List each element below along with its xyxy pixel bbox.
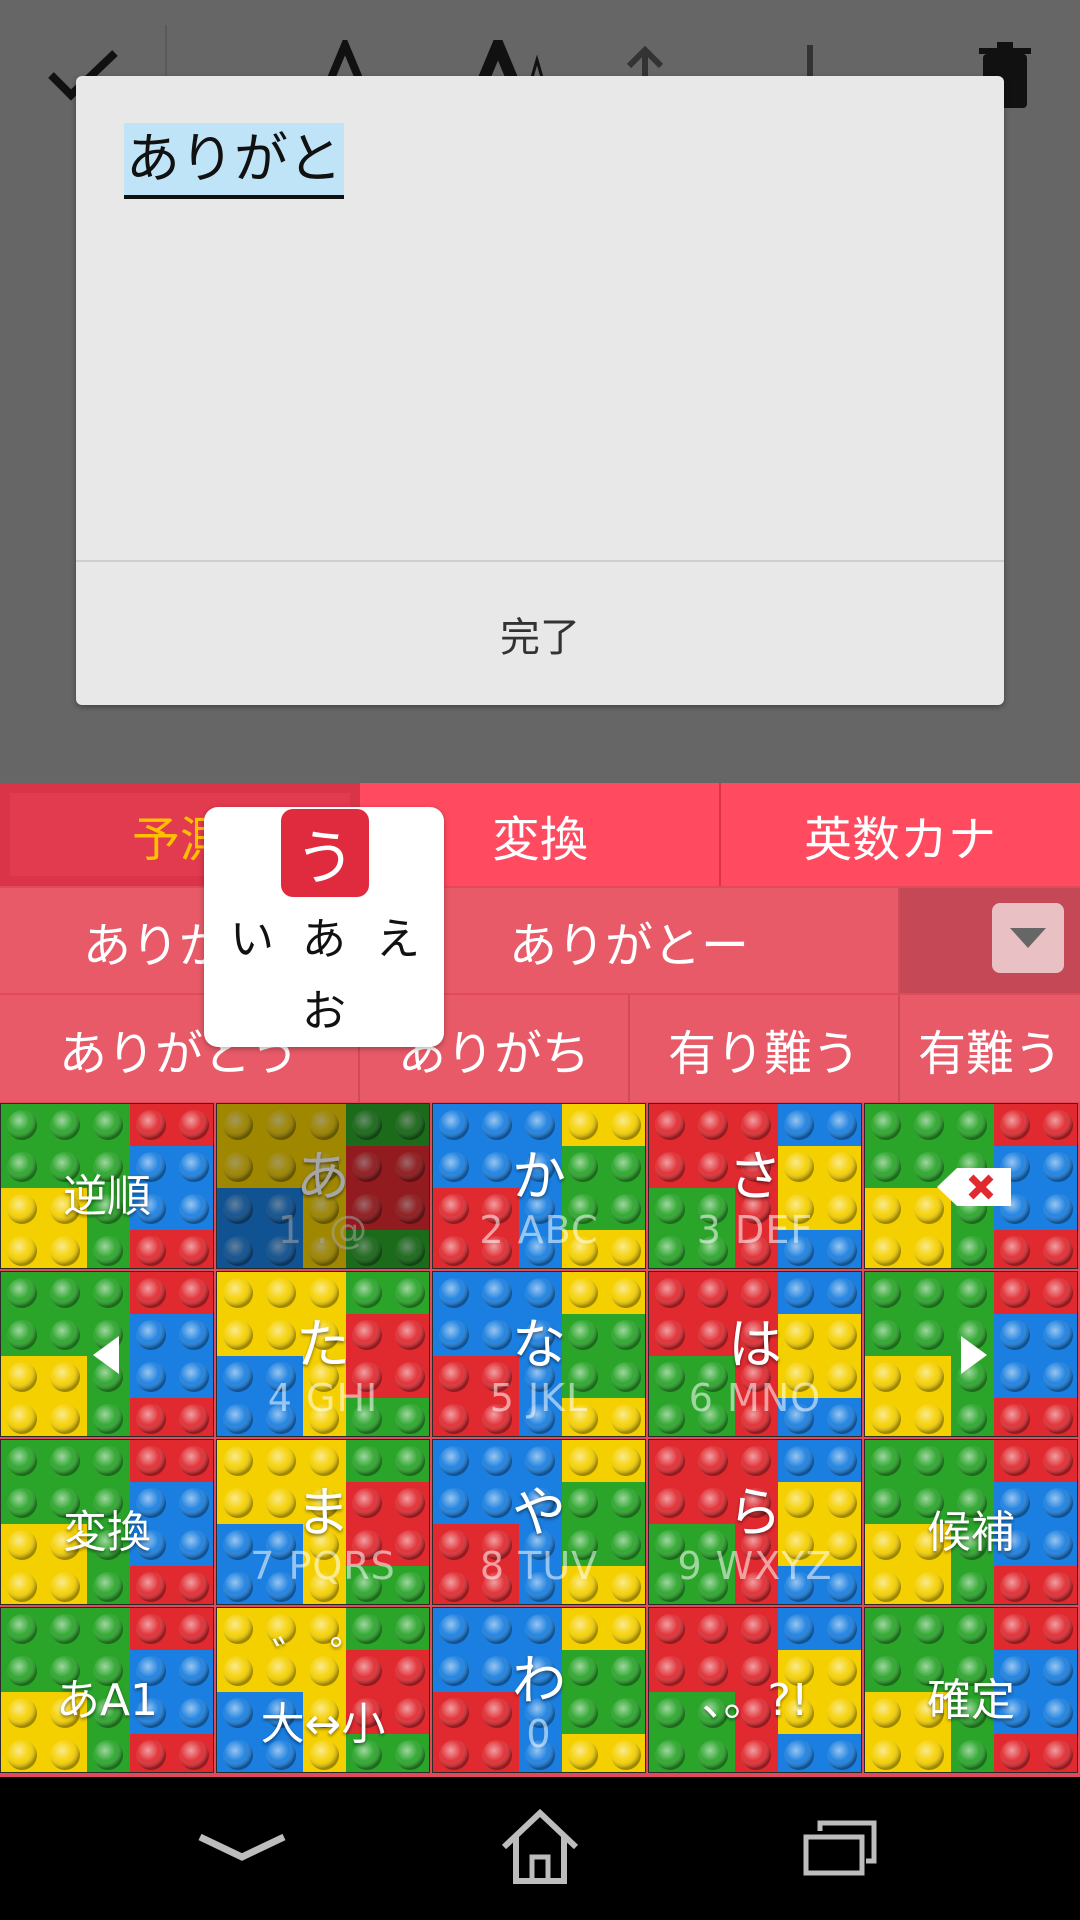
expand-candidates-button[interactable] <box>992 903 1064 973</box>
key-backspace[interactable] <box>864 1103 1078 1269</box>
candidate-row-2: ありがとう ありがち 有り難う 有難う <box>0 995 1080 1102</box>
key-sublabel: 9 WXYZ <box>677 1544 833 1588</box>
recent-apps-icon[interactable] <box>770 1797 910 1897</box>
key-left[interactable] <box>0 1271 214 1437</box>
key-mode-switch[interactable]: あA1 <box>0 1607 214 1773</box>
candidate-item[interactable]: 有難う <box>900 995 1080 1102</box>
key-sublabel: 5 JKL <box>489 1376 589 1420</box>
key-ha[interactable]: は6 MNO <box>648 1271 862 1437</box>
key-label: わ <box>512 1649 566 1712</box>
key-label: 逆順 <box>63 1171 151 1222</box>
key-ra[interactable]: ら9 WXYZ <box>648 1439 862 1605</box>
flick-center-char: あ <box>302 914 346 965</box>
key-sublabel: 1 .@ <box>277 1208 369 1252</box>
key-wa[interactable]: わ0 <box>432 1607 646 1773</box>
done-button[interactable]: 完了 <box>76 562 1004 705</box>
home-icon[interactable] <box>470 1797 610 1897</box>
key-label: 、。?! <box>701 1675 809 1726</box>
key-ya[interactable]: や8 TUV <box>432 1439 646 1605</box>
system-navbar <box>0 1777 1080 1920</box>
backspace-icon <box>937 1168 1011 1206</box>
size-toggle-label: 大↔小 <box>260 1699 386 1750</box>
dakuten-label: ゛ ゜ <box>272 1633 374 1684</box>
candidate-row-1: ありがと ありがとー <box>0 888 1080 993</box>
key-label: 確定 <box>927 1675 1015 1726</box>
text-input-area[interactable]: ありがと <box>76 76 1004 560</box>
key-sublabel: 7 PQRS <box>250 1544 396 1588</box>
key-sublabel: 2 ABC <box>479 1208 599 1252</box>
key-label: 候補 <box>927 1507 1015 1558</box>
key-reverse[interactable]: 逆順 <box>0 1103 214 1269</box>
key-ka[interactable]: か2 ABC <box>432 1103 646 1269</box>
key-label: 変換 <box>63 1507 151 1558</box>
key-a[interactable]: あ1 .@ <box>216 1103 430 1269</box>
key-ma[interactable]: ま7 PQRS <box>216 1439 430 1605</box>
key-label: は <box>728 1313 782 1376</box>
key-label: か <box>512 1145 566 1208</box>
arrow-right-icon <box>961 1336 987 1374</box>
text-edit-dialog: ありがと 完了 <box>76 76 1004 705</box>
key-label: あA1 <box>55 1675 159 1726</box>
tab-alnum-kana[interactable]: 英数カナ <box>720 783 1080 886</box>
flick-left-char: い <box>230 914 274 965</box>
flick-selected-char: う <box>281 809 369 897</box>
key-label: さ <box>728 1145 782 1208</box>
key-candidates[interactable]: 候補 <box>864 1439 1078 1605</box>
lego-pattern <box>217 1104 429 1268</box>
key-sublabel: 4 GHI <box>267 1376 379 1420</box>
key-ta[interactable]: た4 GHI <box>216 1271 430 1437</box>
candidate-item[interactable]: 有り難う <box>630 995 900 1102</box>
chevron-down-icon <box>1010 928 1046 948</box>
key-right[interactable] <box>864 1271 1078 1437</box>
key-label: た <box>296 1313 350 1376</box>
key-sublabel: 3 DEF <box>696 1208 814 1252</box>
key-punctuation[interactable]: 、。?! <box>648 1607 862 1773</box>
back-icon[interactable] <box>172 1797 312 1897</box>
composing-text[interactable]: ありがと <box>124 123 344 199</box>
mode-tabs: 予測 変換 英数カナ <box>0 783 1080 886</box>
flick-popup: う い あ え お <box>204 807 444 1047</box>
flick-right-char: え <box>376 914 420 965</box>
key-sa[interactable]: さ3 DEF <box>648 1103 862 1269</box>
key-henkan[interactable]: 変換 <box>0 1439 214 1605</box>
key-label: な <box>512 1313 566 1376</box>
key-sublabel: 8 TUV <box>479 1544 599 1588</box>
key-sublabel: 0 <box>526 1712 552 1756</box>
key-label: あ <box>296 1145 350 1208</box>
key-confirm[interactable]: 確定 <box>864 1607 1078 1773</box>
key-na[interactable]: な5 JKL <box>432 1271 646 1437</box>
key-label: や <box>512 1481 566 1544</box>
key-dakuten[interactable]: ゛ ゜大↔小 <box>216 1607 430 1773</box>
arrow-left-icon <box>93 1336 119 1374</box>
flick-bottom-char: お <box>302 986 346 1037</box>
key-label: ら <box>728 1481 782 1544</box>
key-label: ま <box>296 1481 350 1544</box>
key-sublabel: 6 MNO <box>688 1376 822 1420</box>
